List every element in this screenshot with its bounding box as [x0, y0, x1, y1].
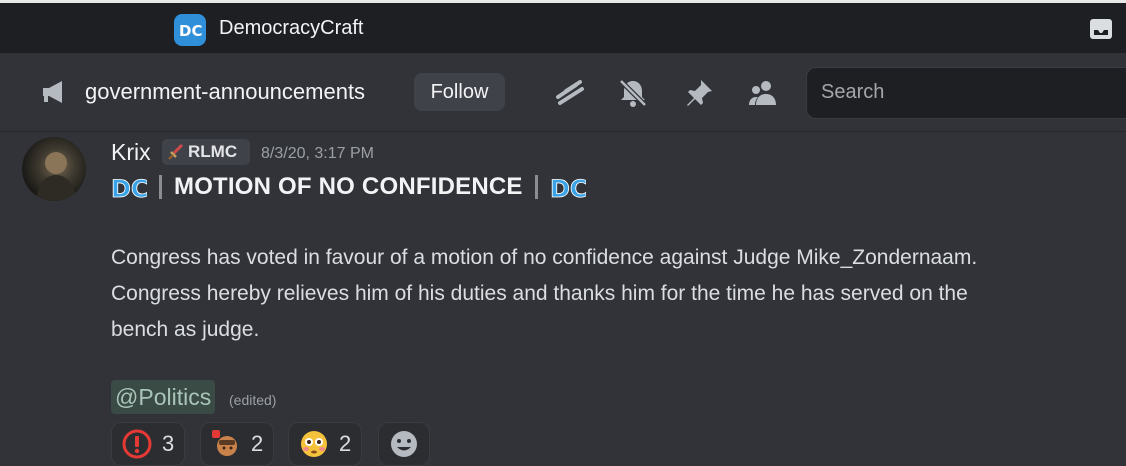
follow-button[interactable]: Follow: [414, 73, 505, 111]
message-body-line: bench as judge.: [111, 318, 260, 341]
channel-header: government-announcements Follow Search: [0, 53, 1126, 132]
reaction-exclamation[interactable]: 3: [111, 422, 186, 466]
svg-text:DC: DC: [111, 175, 147, 202]
message-body: Congress has voted in favour of a motion…: [111, 240, 1121, 348]
svg-text:DC: DC: [550, 175, 586, 202]
flushed-face-icon: [301, 431, 327, 457]
heading-divider: [159, 175, 162, 199]
server-logo-icon[interactable]: DC: [174, 14, 206, 46]
search-placeholder: Search: [821, 81, 885, 103]
mute-bell-icon[interactable]: [617, 77, 649, 109]
search-input[interactable]: Search: [806, 67, 1126, 119]
reaction-flushed[interactable]: 2: [288, 422, 363, 466]
svg-text:DC: DC: [179, 22, 202, 40]
dc-logo-icon: DC: [111, 175, 147, 202]
add-reaction-button[interactable]: [378, 422, 430, 466]
title-bar: DC DemocracyCraft: [0, 3, 1126, 53]
reaction-count: 2: [251, 431, 264, 456]
pin-icon[interactable]: [683, 77, 715, 109]
message-body-line: Congress hereby relieves him of his duti…: [111, 282, 968, 305]
role-mention[interactable]: @Politics: [111, 380, 216, 414]
message-heading: DC MOTION OF NO CONFIDENCE DC: [111, 170, 586, 204]
dc-logo-icon: DC: [550, 175, 586, 202]
role-tag[interactable]: RLMC: [162, 139, 250, 165]
add-reaction-icon: [391, 431, 417, 457]
members-icon[interactable]: [747, 77, 779, 109]
heading-divider: [534, 175, 538, 199]
role-tag-label: RLMC: [188, 142, 238, 161]
avatar[interactable]: [22, 137, 86, 201]
edited-label: (edited): [229, 392, 277, 408]
timestamp: 8/3/20, 3:17 PM: [261, 145, 374, 162]
server-name[interactable]: DemocracyCraft: [219, 17, 363, 40]
judge-gavel-icon: [212, 430, 237, 456]
exclamation-icon: [122, 429, 152, 459]
message-author[interactable]: Krix: [111, 139, 151, 166]
heading-title: MOTION OF NO CONFIDENCE: [174, 173, 523, 200]
reaction-count: 2: [339, 431, 352, 456]
reaction-count: 3: [162, 431, 175, 456]
channel-name: government-announcements: [85, 79, 366, 104]
reaction-judge[interactable]: 2: [200, 422, 275, 466]
announcement-megaphone-icon: [43, 81, 62, 103]
threads-icon[interactable]: [554, 77, 586, 109]
sword-icon: [168, 143, 184, 160]
inbox-icon[interactable]: [1088, 16, 1114, 42]
message-body-line: Congress has voted in favour of a motion…: [111, 246, 978, 269]
